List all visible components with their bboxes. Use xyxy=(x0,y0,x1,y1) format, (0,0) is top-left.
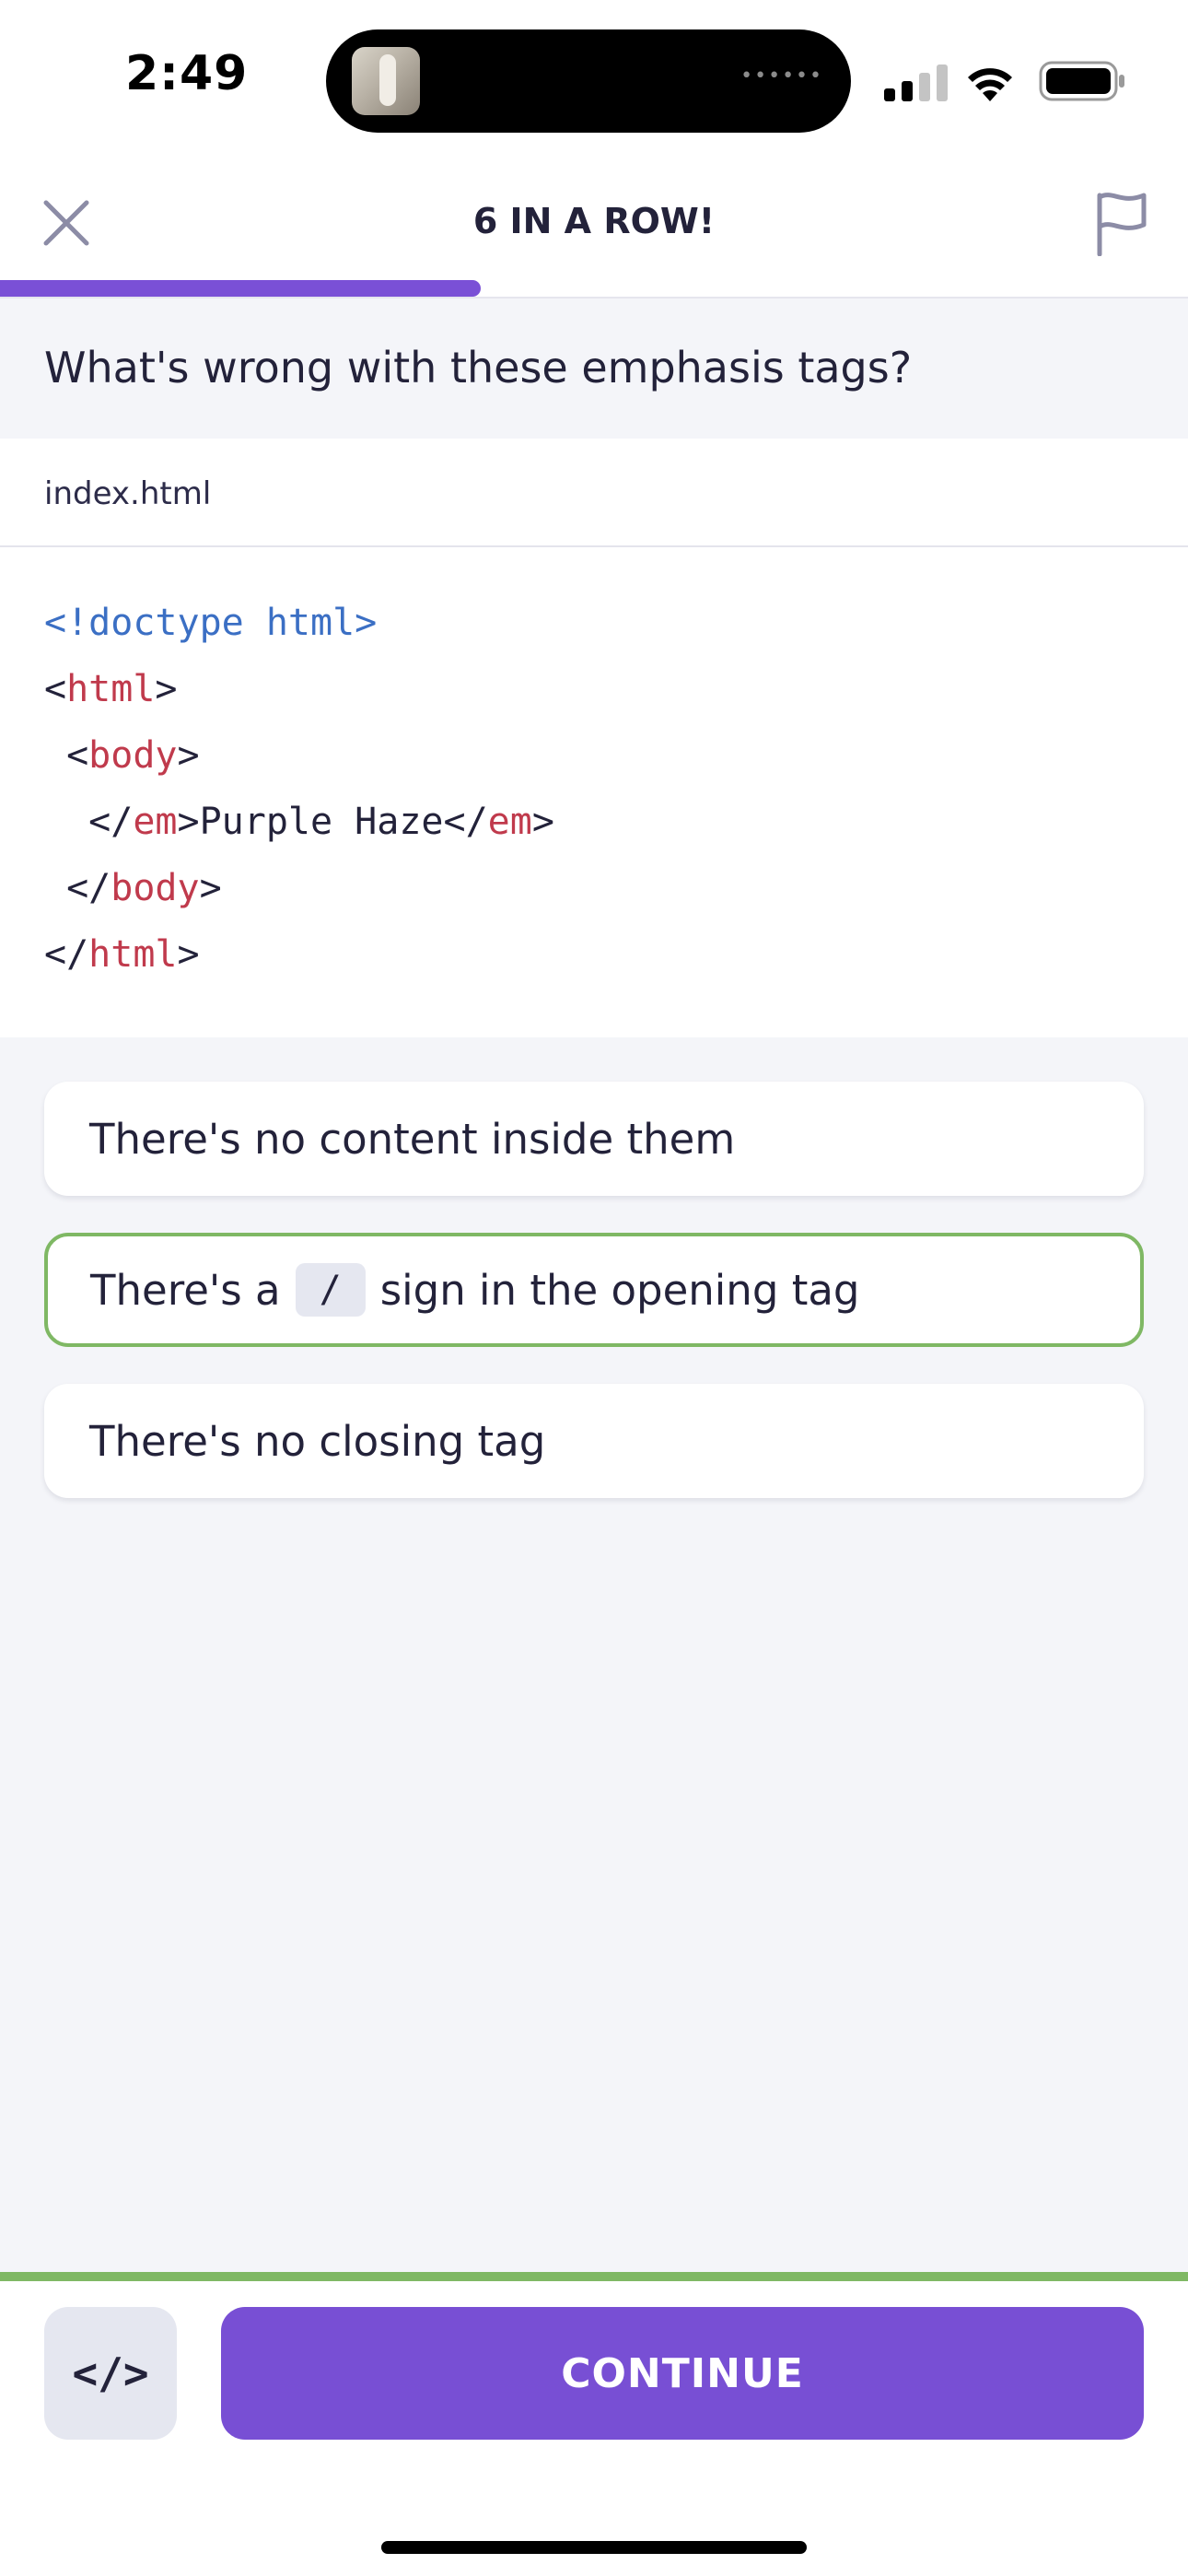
code-line: </html> xyxy=(44,921,554,988)
code-punctuation: > xyxy=(155,668,178,710)
code-line: </em>Purple Haze</em> xyxy=(44,789,554,855)
status-time: 2:49 xyxy=(125,46,249,101)
inline-code-chip: / xyxy=(295,1263,366,1317)
code-line: <!doctype html> xyxy=(44,590,554,656)
answer-option-label: There's no content inside them xyxy=(89,1114,736,1164)
answer-option-label: There's a / sign in the opening tag xyxy=(90,1236,859,1343)
battery-icon xyxy=(1039,61,1124,101)
report-flag-icon[interactable] xyxy=(1092,190,1151,256)
home-indicator[interactable] xyxy=(381,2541,807,2554)
streak-label: 6 IN A ROW! xyxy=(472,201,716,241)
code-playground-button[interactable]: </> xyxy=(44,2307,177,2440)
code-line: <html> xyxy=(44,656,554,722)
answer-option-label: There's no closing tag xyxy=(89,1416,546,1466)
option-text-before: There's a xyxy=(90,1265,281,1315)
code-doctype: <!doctype html> xyxy=(44,602,378,644)
dynamic-island[interactable]: •••••• xyxy=(326,29,851,133)
file-tab: index.html xyxy=(44,475,212,512)
code-tag-name: em xyxy=(133,801,178,843)
code-punctuation: > xyxy=(177,734,200,777)
option-text-after: sign in the opening tag xyxy=(379,1265,860,1315)
continue-button[interactable]: CONTINUE xyxy=(221,2307,1144,2440)
answer-option-no-closing-tag[interactable]: There's no closing tag xyxy=(44,1384,1144,1498)
code-punctuation: > xyxy=(177,933,200,976)
code-punctuation: </ xyxy=(44,933,89,976)
now-playing-artwork-icon xyxy=(352,47,420,115)
code-tag-name: em xyxy=(487,801,532,843)
answer-feedback-bar xyxy=(0,2272,1188,2281)
code-tag-name: body xyxy=(88,734,178,777)
code-punctuation: </ xyxy=(44,867,111,909)
audio-waveform-icon: •••••• xyxy=(740,64,823,88)
question-text: What's wrong with these emphasis tags? xyxy=(44,343,913,392)
cellular-signal-icon xyxy=(884,64,948,101)
code-punctuation: </ xyxy=(44,801,134,843)
code-block: <!doctype html> <html> <body> </em>Purple… xyxy=(44,590,554,988)
code-punctuation: < xyxy=(44,668,67,710)
code-tag-name: html xyxy=(88,933,178,976)
answer-option-slash-sign[interactable]: There's a / sign in the opening tag xyxy=(44,1233,1144,1347)
code-line: <body> xyxy=(44,722,554,789)
code-punctuation: >Purple Haze</ xyxy=(177,801,488,843)
code-line: </body> xyxy=(44,855,554,921)
code-punctuation: > xyxy=(531,801,554,843)
answer-option-no-content[interactable]: There's no content inside them xyxy=(44,1082,1144,1196)
code-tag-name: body xyxy=(111,867,200,909)
code-punctuation: < xyxy=(44,734,89,777)
code-punctuation: > xyxy=(199,867,222,909)
progress-bar xyxy=(0,280,482,297)
code-tag-name: html xyxy=(66,668,156,710)
wifi-icon xyxy=(968,68,1012,101)
